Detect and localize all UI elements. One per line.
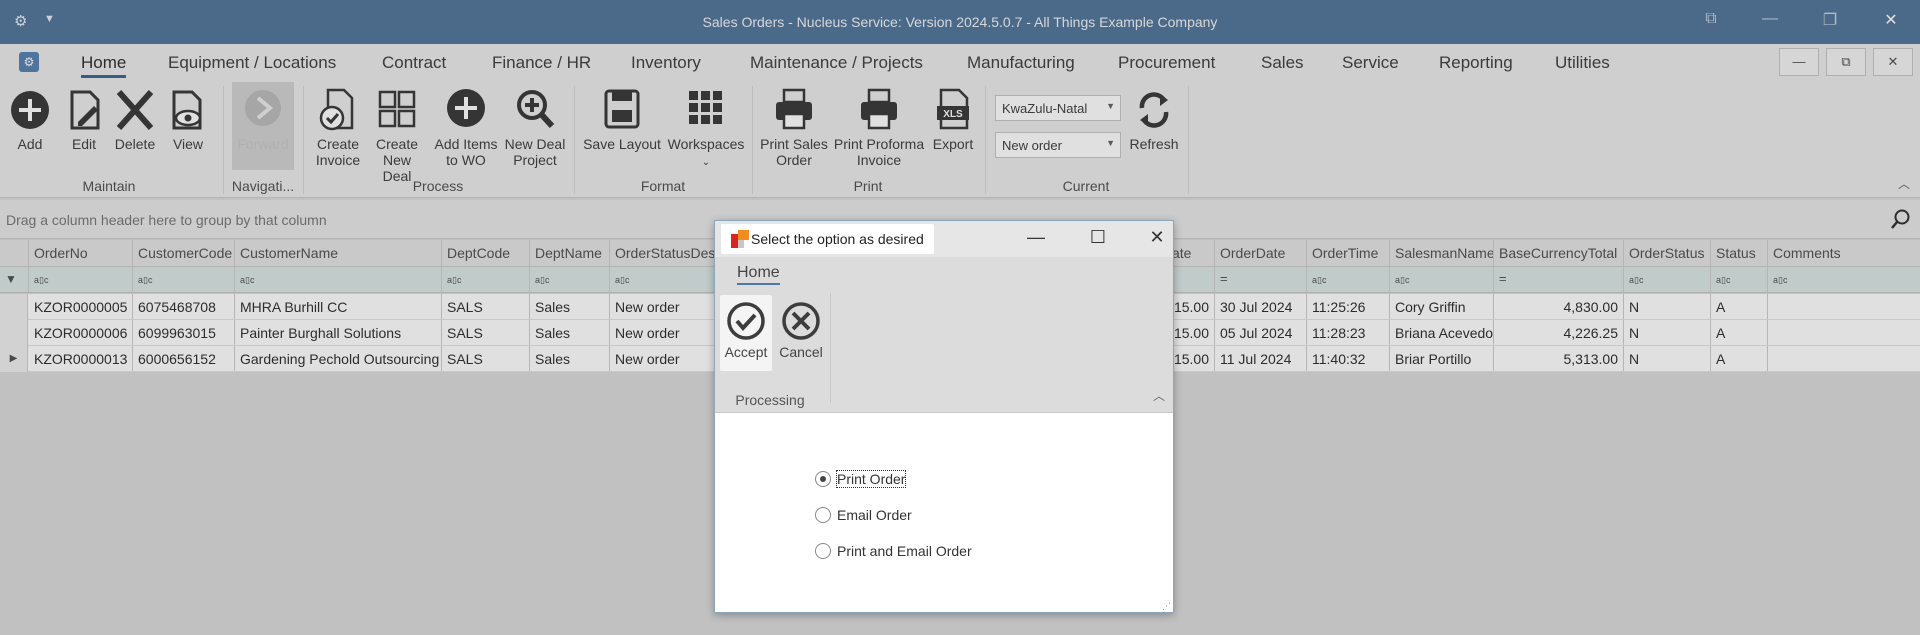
dialog-tab-strip: Home: [715, 257, 1173, 287]
cancel-button[interactable]: Cancel: [776, 295, 826, 371]
dialog-tab-home[interactable]: Home: [737, 264, 780, 285]
dialog-ribbon: Accept Cancel Processing ︿: [715, 287, 1173, 413]
dialog-minimize-icon[interactable]: —: [1021, 227, 1051, 248]
accept-button[interactable]: Accept: [720, 295, 772, 371]
dialog-body: Print Order Email Order Print and Email …: [715, 413, 1173, 612]
dialog-collapse-ribbon-icon[interactable]: ︿: [1153, 387, 1165, 404]
dialog-ribbon-separator: [830, 293, 831, 403]
cancel-label: Cancel: [779, 344, 823, 360]
print-and-email-order-label: Print and Email Order: [837, 543, 972, 559]
app-logo-icon: [731, 230, 749, 248]
group-processing: Processing: [735, 392, 805, 408]
dialog-title-bar: Select the option as desired — ☐ ✕: [715, 221, 1173, 257]
resize-grip-icon[interactable]: ⋰: [1162, 601, 1171, 612]
dialog-maximize-icon[interactable]: ☐: [1083, 227, 1113, 248]
accept-check-icon: [727, 302, 765, 340]
dialog-title-box: Select the option as desired: [721, 224, 934, 254]
email-order-label: Email Order: [837, 507, 912, 523]
radio-selected-icon: [815, 471, 831, 487]
select-option-dialog: Select the option as desired — ☐ ✕ Home …: [714, 220, 1174, 613]
radio-unselected-icon: [815, 507, 831, 523]
accept-label: Accept: [724, 344, 768, 360]
dialog-title: Select the option as desired: [751, 231, 924, 247]
dialog-close-icon[interactable]: ✕: [1142, 227, 1172, 248]
print-order-label: Print Order: [835, 470, 907, 488]
cancel-x-icon: [782, 302, 820, 340]
radio-unselected-icon: [815, 543, 831, 559]
